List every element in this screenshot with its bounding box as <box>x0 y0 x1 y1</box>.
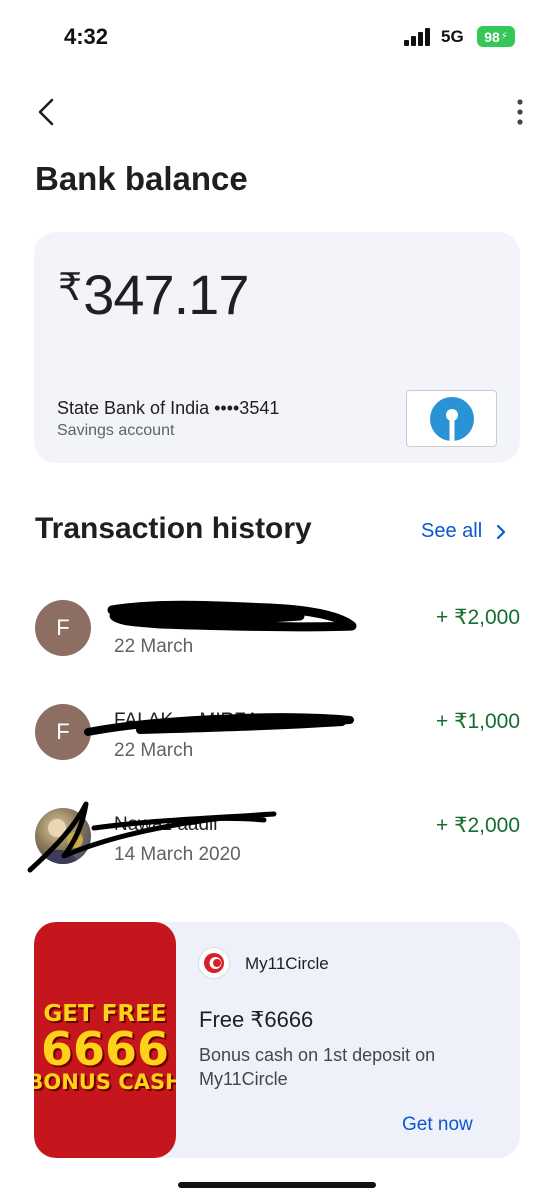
promo-card[interactable]: GET FREE 6666 BONUS CASH My11Circle Free… <box>34 922 520 1158</box>
transaction-row[interactable]: F FALAK ... MIRZA 22 March + ₹2,000 <box>0 590 554 680</box>
promo-description: Bonus cash on 1st deposit on My11Circle <box>199 1045 436 1089</box>
account-type: Savings account <box>57 422 175 439</box>
get-now-button[interactable]: Get now <box>402 1114 473 1136</box>
more-vert-icon <box>517 99 523 125</box>
more-options-button[interactable] <box>500 90 540 134</box>
transaction-name: FALAK ... MIRZA <box>114 710 259 731</box>
transaction-date: 14 March 2020 <box>114 844 241 865</box>
see-all-label: See all <box>421 520 483 542</box>
chevron-left-icon <box>38 98 54 126</box>
bank-account-name: State Bank of India ••••3541 <box>57 398 280 418</box>
transaction-name: Nawaz aadil <box>114 814 218 835</box>
avatar: F <box>35 600 91 656</box>
balance-card: ₹347.17 State Bank of India ••••3541 Sav… <box>34 232 520 463</box>
transaction-name: FALAK ... MIRZA <box>114 606 259 627</box>
avatar: F <box>35 704 91 760</box>
back-button[interactable] <box>24 90 68 134</box>
status-bar: 4:32 5G 98 ⚡ <box>0 0 554 72</box>
balance-amount: ₹347.17 <box>58 262 249 327</box>
promo-image-line: 6666 <box>40 1022 170 1076</box>
chevron-right-icon <box>497 524 506 539</box>
page-title: Bank balance <box>35 160 248 197</box>
status-time: 4:32 <box>64 24 109 49</box>
network-type: 5G <box>441 27 464 46</box>
sbi-logo-icon <box>429 396 474 441</box>
transaction-amount: + ₹1,000 <box>435 710 520 733</box>
transaction-date: 22 March <box>114 636 194 657</box>
see-all-link[interactable]: See all <box>421 520 506 543</box>
battery-icon: 98 ⚡ <box>477 26 515 47</box>
brand-logo-icon <box>198 947 230 979</box>
transaction-history-title: Transaction history <box>35 512 312 545</box>
currency-symbol: ₹ <box>58 267 82 309</box>
my11circle-logo-icon <box>204 953 224 973</box>
transaction-row[interactable]: F FALAK ... MIRZA 22 March + ₹1,000 <box>0 694 554 784</box>
profile-photo-icon <box>41 819 83 864</box>
promo-image: GET FREE 6666 BONUS CASH <box>34 922 176 1158</box>
transaction-amount: + ₹2,000 <box>435 814 520 837</box>
transaction-amount: + ₹2,000 <box>435 606 520 629</box>
home-indicator <box>178 1182 376 1188</box>
avatar-photo <box>35 808 91 864</box>
transaction-row[interactable]: Nawaz aadil 14 March 2020 + ₹2,000 <box>0 798 554 888</box>
battery-level: 98 <box>484 28 500 45</box>
signal-icon <box>404 28 434 46</box>
bank-logo <box>406 390 497 447</box>
brand-name: My11Circle <box>245 954 329 973</box>
promo-title: Free ₹6666 <box>199 1007 314 1032</box>
balance-value: 347.17 <box>83 263 249 326</box>
transaction-date: 22 March <box>114 740 194 761</box>
promo-image-line: BONUS CASH <box>34 1070 176 1094</box>
